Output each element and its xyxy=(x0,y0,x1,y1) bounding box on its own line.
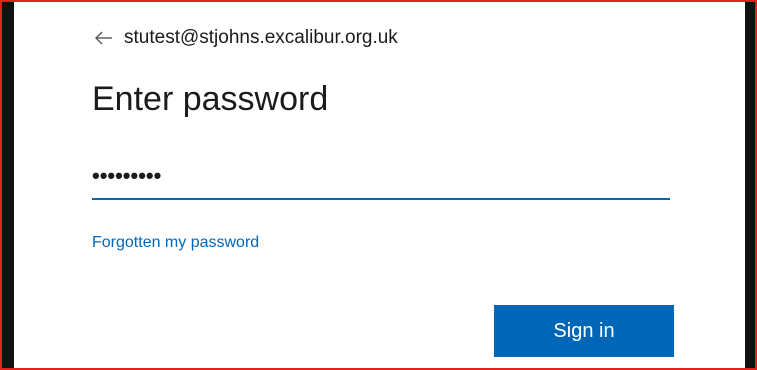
identity-email: stutest@stjohns.excalibur.org.uk xyxy=(124,27,398,48)
forgot-password-link[interactable]: Forgotten my password xyxy=(92,234,259,252)
sign-in-dialog: stutest@stjohns.excalibur.org.uk Enter p… xyxy=(0,0,757,370)
right-edge xyxy=(745,2,755,368)
page-title: Enter password xyxy=(92,80,329,118)
left-edge xyxy=(2,2,14,368)
password-masked-value: ••••••••• xyxy=(92,163,162,188)
password-input[interactable]: ••••••••• xyxy=(92,152,670,200)
back-arrow-icon[interactable] xyxy=(94,28,114,48)
identity-back-button[interactable]: stutest@stjohns.excalibur.org.uk xyxy=(94,24,398,52)
sign-in-button[interactable]: Sign in xyxy=(494,305,674,357)
